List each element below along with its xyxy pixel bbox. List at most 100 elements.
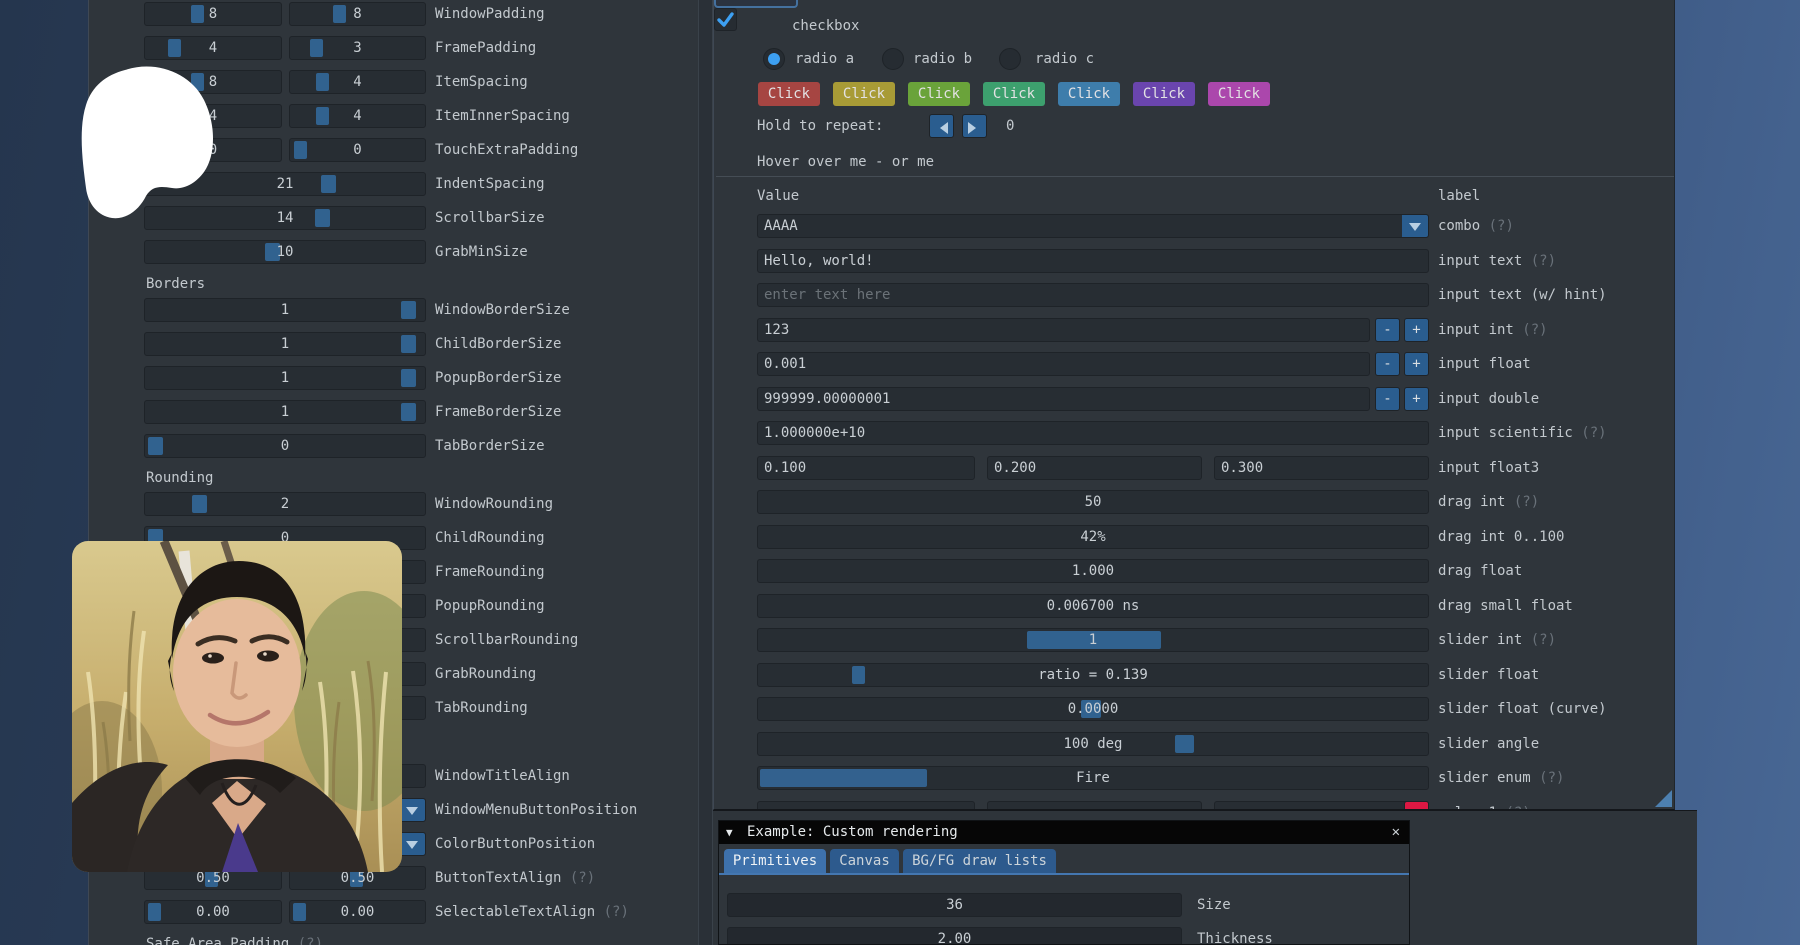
render-slider-size[interactable]: 36 — [727, 893, 1182, 917]
style-slider-GrabMinSize[interactable]: 10 — [144, 240, 426, 264]
slider-grab[interactable] — [192, 495, 207, 513]
slider-grab[interactable] — [315, 209, 330, 227]
webcam-photo-image — [72, 541, 402, 872]
click-button-1[interactable]: Click — [758, 82, 820, 106]
resize-grip-icon[interactable] — [1655, 790, 1672, 807]
click-button-3[interactable]: Click — [908, 82, 970, 106]
plus-button[interactable]: + — [1404, 352, 1429, 376]
chevron-down-icon[interactable] — [1402, 215, 1428, 237]
click-button-7[interactable]: Click — [1208, 82, 1270, 106]
style-slider-WindowPadding-x[interactable]: 8 — [144, 2, 282, 26]
style-slider-FrameBorderSize[interactable]: 1 — [144, 400, 426, 424]
custom-rendering-titlebar[interactable]: ▼ Example: Custom rendering ✕ — [719, 821, 1409, 844]
style-slider-WindowPadding-y[interactable]: 8 — [289, 2, 426, 26]
collapse-icon[interactable]: ▼ — [726, 821, 733, 844]
slider-field[interactable]: 100 deg — [757, 732, 1429, 756]
click-button-2[interactable]: Click — [833, 82, 895, 106]
row-label: FramePadding — [435, 36, 536, 60]
slider-grab[interactable] — [191, 5, 204, 23]
chevron-down-icon[interactable] — [399, 833, 425, 855]
slider-grab[interactable] — [316, 73, 329, 91]
slider-grab[interactable] — [333, 5, 346, 23]
slider-field[interactable]: 0.0000 — [757, 697, 1429, 721]
minus-button[interactable]: - — [1375, 387, 1400, 411]
minus-button[interactable]: - — [1375, 352, 1400, 376]
style-slider-ChildBorderSize[interactable]: 1 — [144, 332, 426, 356]
color-swatch[interactable] — [1404, 801, 1429, 810]
input-field[interactable]: 123 — [757, 318, 1370, 342]
section-header: Safe Area Padding (?) — [146, 934, 323, 945]
scrollbar-track[interactable] — [698, 0, 713, 945]
slider-grab[interactable] — [401, 403, 416, 421]
close-icon[interactable]: ✕ — [1392, 821, 1400, 844]
slider-grab[interactable] — [1175, 735, 1194, 753]
input-field[interactable]: 999999.00000001 — [757, 387, 1370, 411]
input-field-component[interactable]: 0.200 — [987, 456, 1202, 480]
slider-enum-field[interactable]: Fire — [757, 766, 1429, 790]
row-label: drag int (?) — [1438, 490, 1539, 514]
radio-radio-b[interactable] — [882, 48, 904, 70]
render-slider-thickness[interactable]: 2.00 — [727, 927, 1182, 945]
plus-button[interactable]: + — [1404, 318, 1429, 342]
slider-grab[interactable] — [148, 437, 163, 455]
row-label: IndentSpacing — [435, 172, 545, 196]
click-button-5[interactable]: Click — [1058, 82, 1120, 106]
slider-grab[interactable] — [401, 369, 416, 387]
plus-button[interactable]: + — [1404, 387, 1429, 411]
style-slider-FramePadding-x[interactable]: 4 — [144, 36, 282, 60]
combo-field[interactable]: AAAA — [757, 214, 1429, 238]
slider-grab[interactable] — [294, 141, 307, 159]
slider-grab[interactable] — [401, 335, 416, 353]
radio-radio-a[interactable] — [763, 48, 785, 70]
style-slider-ItemSpacing-y[interactable]: 4 — [289, 70, 426, 94]
slider-grab[interactable] — [168, 39, 181, 57]
slider-grab[interactable] — [293, 903, 306, 921]
slider-grab[interactable] — [310, 39, 323, 57]
style-slider-WindowBorderSize[interactable]: 1 — [144, 298, 426, 322]
slider-grab[interactable] — [148, 903, 161, 921]
drag-field[interactable]: 42% — [757, 525, 1429, 549]
slider-grab[interactable] — [316, 107, 329, 125]
arrow-left-button[interactable] — [929, 114, 954, 138]
slider-grab[interactable] — [321, 175, 336, 193]
input-field-component[interactable]: 0.100 — [757, 456, 975, 480]
input-field[interactable]: 1.000000e+10 — [757, 421, 1429, 445]
color-component-field[interactable] — [987, 801, 1202, 810]
click-button-4[interactable]: Click — [983, 82, 1045, 106]
color-component-field[interactable] — [757, 801, 975, 810]
drag-field[interactable]: 50 — [757, 490, 1429, 514]
slider-grab[interactable] — [401, 301, 416, 319]
tab-bg-fg-draw-lists[interactable]: BG/FG draw lists — [903, 849, 1056, 873]
input-field[interactable]: 0.001 — [757, 352, 1370, 376]
style-slider-PopupBorderSize[interactable]: 1 — [144, 366, 426, 390]
tab-primitives[interactable]: Primitives — [724, 849, 826, 873]
slider-grab[interactable] — [852, 666, 865, 684]
radio-radio-c[interactable] — [999, 48, 1021, 70]
style-slider-TouchExtraPadding-y[interactable]: 0 — [289, 138, 426, 162]
style-slider-SelectableTextAlign-x[interactable]: 0.00 — [144, 900, 282, 924]
minus-button[interactable]: - — [1375, 318, 1400, 342]
repeat-counter-value: 0 — [1006, 114, 1014, 138]
style-slider-WindowRounding[interactable]: 2 — [144, 492, 426, 516]
input-field-with-hint[interactable]: enter text here — [757, 283, 1429, 307]
style-slider-TabBorderSize[interactable]: 0 — [144, 434, 426, 458]
color-component-field[interactable] — [1214, 801, 1429, 810]
style-slider-ItemInnerSpacing-y[interactable]: 4 — [289, 104, 426, 128]
tab-canvas[interactable]: Canvas — [830, 849, 899, 873]
slider-field[interactable]: 1 — [757, 628, 1429, 652]
checkbox[interactable] — [714, 8, 737, 31]
column-header-label: label — [1438, 186, 1480, 206]
style-slider-FramePadding-y[interactable]: 3 — [289, 36, 426, 60]
chevron-down-icon[interactable] — [399, 799, 425, 821]
click-button-6[interactable]: Click — [1133, 82, 1195, 106]
style-slider-SelectableTextAlign-y[interactable]: 0.00 — [289, 900, 426, 924]
input-field-component[interactable]: 0.300 — [1214, 456, 1429, 480]
slider-field[interactable]: ratio = 0.139 — [757, 663, 1429, 687]
partial-button[interactable] — [714, 0, 798, 8]
drag-field[interactable]: 1.000 — [757, 559, 1429, 583]
input-field[interactable]: Hello, world! — [757, 249, 1429, 273]
drag-field[interactable]: 0.006700 ns — [757, 594, 1429, 618]
row-label: input float — [1438, 352, 1531, 376]
row-label: drag small float — [1438, 594, 1573, 618]
arrow-right-button[interactable] — [962, 114, 987, 138]
